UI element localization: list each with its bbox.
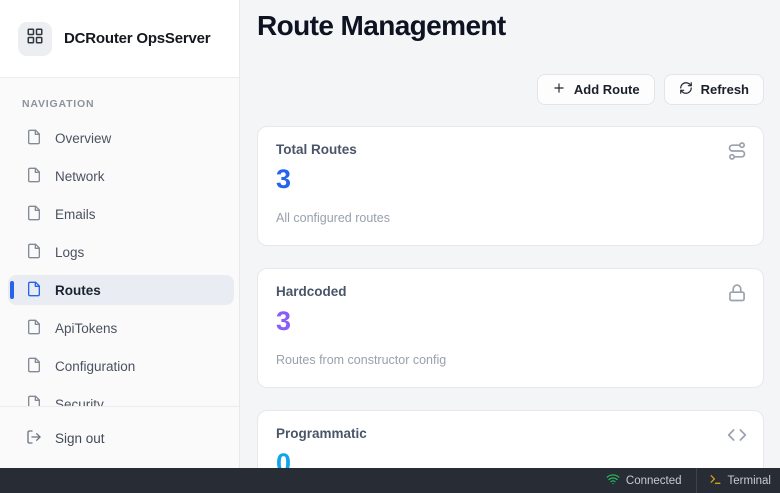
sidebar-item-label: Overview [55,131,111,146]
stat-card-programmatic: Programmatic 0 [257,410,764,468]
toolbar: Add Route Refresh [257,74,764,105]
card-subtitle: Routes from constructor config [276,353,745,367]
sign-out-label: Sign out [55,431,105,446]
file-icon [26,205,42,224]
terminal-toggle[interactable]: Terminal [709,473,780,489]
terminal-icon [709,473,722,489]
sidebar-item-routes[interactable]: Routes [8,275,234,305]
log-out-icon [26,429,42,448]
connection-status: Connected [606,472,682,489]
stat-card-total-routes: Total Routes 3 All configured routes [257,126,764,246]
terminal-label: Terminal [728,475,771,487]
card-title: Programmatic [276,426,745,441]
sidebar-nav: NAVIGATION Overview Network Emails Logs [0,78,239,406]
grid-icon [26,27,44,50]
sidebar-item-label: Routes [55,283,101,298]
add-route-button[interactable]: Add Route [537,74,655,105]
status-divider [696,468,697,493]
file-icon [26,243,42,262]
sidebar-footer: Sign out [0,406,239,468]
sidebar-item-security[interactable]: Security [8,389,234,406]
sidebar-header: DCRouter OpsServer [0,0,239,78]
main-content: Route Management Add Route Refresh Total… [240,0,780,468]
nav-section-label: NAVIGATION [0,78,239,123]
refresh-label: Refresh [701,82,749,97]
sidebar-item-overview[interactable]: Overview [8,123,234,153]
wifi-icon [606,472,620,489]
refresh-icon [679,81,693,98]
stat-card-hardcoded: Hardcoded 3 Routes from constructor conf… [257,268,764,388]
file-icon [26,281,42,300]
refresh-button[interactable]: Refresh [664,74,764,105]
code-icon [727,425,747,450]
active-indicator-bar [10,281,14,299]
card-title: Hardcoded [276,284,745,299]
sidebar-item-logs[interactable]: Logs [8,237,234,267]
sidebar-item-label: Configuration [55,359,135,374]
card-value: 3 [276,165,745,195]
file-icon [26,167,42,186]
app-title: DCRouter OpsServer [64,30,210,47]
sidebar-item-configuration[interactable]: Configuration [8,351,234,381]
app-logo [18,22,52,56]
connection-status-label: Connected [626,475,682,487]
card-value: 0 [276,449,745,468]
sidebar-item-emails[interactable]: Emails [8,199,234,229]
status-bar: Connected Terminal [0,468,780,493]
plus-icon [552,81,566,98]
sidebar-item-network[interactable]: Network [8,161,234,191]
sidebar-item-label: Emails [55,207,96,222]
route-icon [727,141,747,166]
card-value: 3 [276,307,745,337]
page-title: Route Management [257,10,764,42]
sidebar-item-label: ApiTokens [55,321,117,336]
sidebar-item-apitokens[interactable]: ApiTokens [8,313,234,343]
sign-out-button[interactable]: Sign out [8,423,234,453]
sidebar-item-label: Security [55,397,104,407]
card-title: Total Routes [276,142,745,157]
app-window: DCRouter OpsServer NAVIGATION Overview N… [0,0,780,493]
lock-icon [727,283,747,308]
sidebar-item-label: Logs [55,245,84,260]
sidebar-item-label: Network [55,169,105,184]
stat-cards: Total Routes 3 All configured routes Har… [257,126,764,468]
file-icon [26,357,42,376]
sidebar: DCRouter OpsServer NAVIGATION Overview N… [0,0,240,468]
add-route-label: Add Route [574,82,640,97]
file-icon [26,319,42,338]
card-subtitle: All configured routes [276,211,745,225]
file-icon [26,395,42,407]
file-icon [26,129,42,148]
